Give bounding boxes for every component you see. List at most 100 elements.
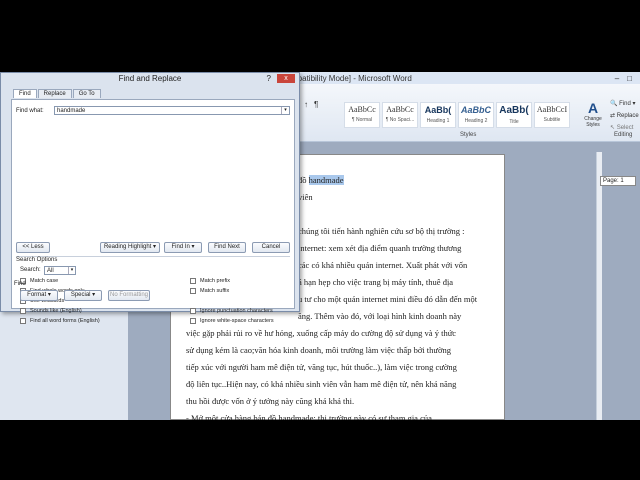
option-checkbox[interactable]: Find all word forms (English) [20,318,100,324]
doc-line-text: u tư cho một quán internet mini điều đó … [298,294,478,304]
style-label: Heading 2 [464,118,488,124]
checkbox-box[interactable] [190,318,196,324]
search-direction-select[interactable]: All ▾ [44,266,76,275]
option-checkbox[interactable]: Match suffix [190,288,229,294]
checkbox-label: Ignore punctuation characters [200,308,273,314]
style-label: Heading 1 [426,118,450,124]
no-formatting-button: No Formatting [108,290,150,301]
checkbox-box[interactable] [20,318,26,324]
checkbox-box[interactable] [20,308,26,314]
change-styles-button[interactable]: A Change Styles [582,100,604,128]
chevron-down-icon[interactable]: ▾ [281,107,289,114]
replace-ribbon-button[interactable]: ⇄ Replace [610,110,639,122]
cancel-button[interactable]: Cancel [252,242,290,253]
format-button[interactable]: Format ▾ [20,290,58,301]
vertical-scrollbar[interactable] [596,152,602,420]
maximize-icon[interactable]: □ [627,74,632,83]
find-panel: Find what: handmade ▾ << Less Reading Hi… [11,99,295,324]
option-checkbox[interactable]: Ignore punctuation characters [190,308,273,314]
doc-line-text: ăng. Thêm vào đó, với loại hình kinh doa… [298,311,462,321]
checkbox-label: Ignore white-space characters [200,318,274,324]
page-indicator: Page: 1 [600,176,636,186]
word-window-title: mpatibility Mode] - Microsoft Word [291,73,412,83]
word-title-bar: mpatibility Mode] - Microsoft Word – □ [285,72,640,84]
find-next-button[interactable]: Find Next [208,242,246,253]
close-icon[interactable]: x [277,74,295,83]
doc-line: sử dụng kém là cao;văn hóa kinh doanh, m… [186,342,506,359]
option-checkbox[interactable]: Match case [20,278,58,284]
doc-line: độ liên tục..Hiện nay, có khá nhiều sinh… [186,376,506,393]
checkbox-box[interactable] [190,308,196,314]
less-button[interactable]: << Less [16,242,50,253]
change-styles-icon: A [587,100,599,116]
checkbox-label: Match suffix [200,288,230,294]
doc-line-text: các có khá nhiều quán internet. Xuất phá… [298,260,468,270]
style-sample: AaBbCc [348,105,376,114]
search-options-label: Search Options [16,257,58,263]
window-controls: – □ [615,74,632,83]
doc-line-text: á hạn hẹp cho việc trang bị máy tính, th… [298,277,454,287]
style-3[interactable]: AaBbC Heading 2 [458,102,494,128]
dialog-tabs: Find Replace Go To [13,89,102,98]
doc-line-text: internet: xem xét địa điểm quanh trường … [298,243,462,253]
style-sample: AaBbCcI [536,105,568,114]
style-sample: AaBb( [499,105,529,116]
paragraph-buttons: ↑ ¶ [304,100,318,109]
search-highlight: handmade [308,175,344,185]
styles-gallery: AaBbCc ¶ Normal AaBbCc ¶ No Spaci... AaBb( He… [344,102,570,128]
find-in-button[interactable]: Find In ▾ [164,242,202,253]
doc-line-text: chúng tôi tiến hành nghiên cứu sơ bộ thị… [298,226,465,236]
doc-line-text: - Mở một cửa hàng bán đồ handmade: thị t… [186,413,432,420]
tab-go-to[interactable]: Go To [72,89,101,98]
ribbon: ↑ ¶ AaBbCc ¶ Normal AaBbCc ¶ No Spaci... AaB… [300,84,640,142]
checkbox-box[interactable] [190,288,196,294]
style-0[interactable]: AaBbCc ¶ Normal [344,102,380,128]
style-sample: AaBbCc [386,105,414,114]
find-what-input[interactable]: handmade ▾ [54,106,290,115]
sort-icon[interactable]: ↑ [304,100,308,109]
style-2[interactable]: AaBb( Heading 1 [420,102,456,128]
reading-highlight-button[interactable]: Reading Highlight ▾ [100,242,160,253]
help-icon[interactable]: ? [267,73,271,85]
option-checkbox[interactable]: Sounds like (English) [20,308,82,314]
doc-line: - Mở một cửa hàng bán đồ handmade: thị t… [186,410,506,420]
dialog-title-bar[interactable]: Find and Replace ? x [1,73,299,85]
editing-group: 🔍 Find ▾ ⇄ Replace ↖ Select [610,98,639,134]
find-replace-dialog: Find and Replace ? x Find Replace Go To … [0,72,300,324]
find-what-row: Find what: handmade ▾ [16,106,290,115]
screen: mpatibility Mode] - Microsoft Word – □ ↑… [0,72,640,420]
dialog-title: Find and Replace [118,74,182,83]
checkbox-label: Find all word forms (English) [30,318,100,324]
style-4[interactable]: AaBb(Title [496,102,532,128]
doc-line-text: sử dụng kém là cao;văn hóa kinh doanh, m… [186,345,452,355]
checkbox-label: Sounds like (English) [30,308,82,314]
tab-replace[interactable]: Replace [37,89,72,98]
special-button[interactable]: Special ▾ [64,290,102,301]
pilcrow-icon[interactable]: ¶ [314,100,318,109]
checkbox-label: Match prefix [200,278,230,284]
style-label: Subtitle [543,117,561,123]
checkbox-box[interactable] [190,278,196,284]
chevron-down-icon[interactable]: ▾ [68,267,75,274]
option-checkbox[interactable]: Ignore white-space characters [190,318,274,324]
change-styles-label: Change Styles [584,116,602,128]
style-sample: AaBbC [460,105,491,115]
doc-line: thu hồi được vốn ở ý tưởng này cũng khá … [186,393,506,410]
styles-group-label: Styles [460,132,477,138]
style-5[interactable]: AaBbCcI Subtitle [534,102,570,128]
find-ribbon-button[interactable]: 🔍 Find ▾ [610,98,639,110]
find-what-label: Find what: [16,107,44,114]
tab-find[interactable]: Find [13,89,37,98]
option-checkbox[interactable]: Match prefix [190,278,230,284]
find-section-label: Find [14,281,26,287]
doc-line-text: thu hồi được vốn ở ý tưởng này cũng khá … [186,396,355,406]
style-1[interactable]: AaBbCc ¶ No Spaci... [382,102,418,128]
editing-group-label: Editing [614,132,633,138]
style-sample: AaBb( [424,105,452,115]
minimize-icon[interactable]: – [615,74,619,83]
find-what-value: handmade [57,108,86,114]
checkbox-label: Match case [30,278,59,284]
style-label: ¶ Normal [351,117,373,123]
doc-line-text: độ liên tục..Hiện nay, có khá nhiều sinh… [186,379,457,389]
doc-line: tiếp xúc với người ham mê điện tử, vãng … [186,359,506,376]
